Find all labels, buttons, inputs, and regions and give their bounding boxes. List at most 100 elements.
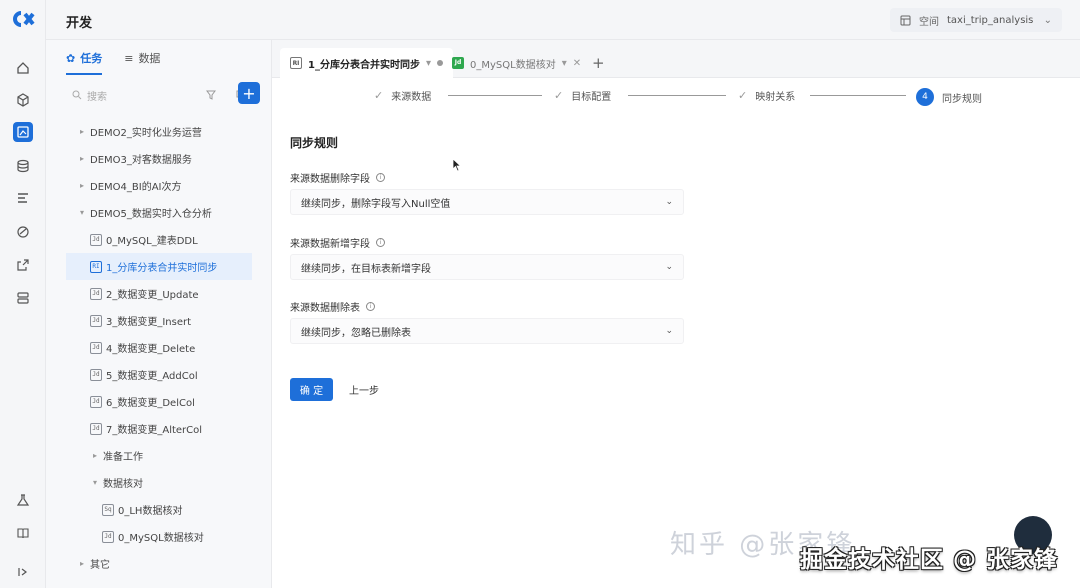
confirm-button[interactable]: 确 定 [290, 378, 333, 401]
top-header: 开发 空间 taxi_trip_analysis ⌄ [46, 0, 1080, 40]
tree-label: DEMO5_数据实时入仓分析 [90, 209, 212, 220]
space-selector[interactable]: 空间 taxi_trip_analysis ⌄ [890, 8, 1062, 32]
caret-icon: ▸ [80, 559, 85, 568]
add-field-select[interactable]: 继续同步，在目标表新增字段 ⌄ [290, 254, 684, 280]
develop-icon[interactable] [13, 122, 33, 142]
tree-label: DEMO3_对客数据服务 [90, 155, 192, 166]
tree-label: 4_数据变更_Delete [106, 344, 196, 355]
space-label: 空间 [919, 16, 939, 28]
caret-icon: ▸ [93, 451, 98, 460]
database-icon[interactable] [13, 156, 33, 176]
list-icon[interactable] [13, 188, 33, 208]
field-label-text: 来源数据新增字段 [290, 239, 370, 250]
tree-subfolder[interactable]: ▾ 数据核对 [46, 469, 272, 496]
tree-file[interactable]: Jd 2_数据变更_Update [46, 280, 272, 307]
check-icon: ✓ [554, 89, 564, 102]
delete-table-select[interactable]: 继续同步，忽略已删除表 ⌄ [290, 318, 684, 344]
caret-icon: ▸ [80, 127, 85, 136]
close-icon[interactable]: ✕ [573, 58, 581, 69]
previous-step-button[interactable]: 上一步 [340, 378, 388, 401]
tree-label: 其它 [90, 560, 110, 571]
info-icon[interactable]: i [376, 173, 385, 182]
tab-menu-icon[interactable]: ▾ [562, 58, 567, 69]
tree-file[interactable]: Jd 7_数据变更_AlterCol [46, 415, 272, 442]
file-type-icon: Jd [90, 287, 102, 300]
home-icon[interactable] [13, 58, 33, 78]
editor-tab-active[interactable]: RI 1_分库分表合并实时同步 ▾ [280, 48, 453, 78]
tree-label: 0_MySQL数据核对 [118, 533, 204, 544]
tab-data[interactable]: ≡ 数据 [124, 50, 160, 66]
caret-icon: ▾ [80, 208, 85, 217]
field-label-text: 来源数据删除字段 [290, 174, 370, 185]
tree-file[interactable]: Sq 0_LH数据核对 [46, 496, 272, 523]
tree-file[interactable]: Jd 4_数据变更_Delete [46, 334, 272, 361]
tab-tasks[interactable]: ✿ 任务 [66, 50, 102, 66]
info-icon[interactable]: i [366, 302, 375, 311]
file-type-icon: Jd [90, 341, 102, 354]
task-icon: ✿ [66, 51, 76, 65]
field-label-text: 来源数据删除表 [290, 303, 360, 314]
step-label: 同步规则 [942, 93, 982, 105]
select-value: 继续同步，在目标表新增字段 [301, 263, 431, 275]
file-type-icon: Jd [102, 530, 114, 543]
step-target[interactable]: ✓ 目标配置 [554, 88, 611, 103]
tree-label: 准备工作 [103, 452, 143, 463]
tree-label: 2_数据变更_Update [106, 290, 199, 301]
file-type-icon: Jd [90, 422, 102, 435]
expand-sidebar-icon[interactable] [13, 562, 33, 582]
tree-folder[interactable]: ▸ 其它 [46, 550, 272, 577]
caret-icon: ▾ [93, 478, 98, 487]
info-icon[interactable]: i [376, 238, 385, 247]
tree-label: 6_数据变更_DelCol [106, 398, 195, 409]
tab-menu-icon[interactable]: ▾ [426, 58, 431, 69]
tree-file[interactable]: Jd 6_数据变更_DelCol [46, 388, 272, 415]
editor-tab[interactable]: Jd 0_MySQL数据核对 ▾ ✕ [442, 48, 591, 78]
tree-label: DEMO2_实时化业务运营 [90, 128, 202, 139]
editor-tab-bar: RI 1_分库分表合并实时同步 ▾ Jd 0_MySQL数据核对 ▾ ✕ + [272, 40, 1080, 78]
tree-folder[interactable]: ▸ DEMO4_BI的AI次方 [46, 172, 272, 199]
tree-label: 0_LH数据核对 [118, 506, 183, 517]
filter-icon[interactable] [200, 84, 222, 106]
tree-file[interactable]: Jd 3_数据变更_Insert [46, 307, 272, 334]
step-source[interactable]: ✓ 来源数据 [374, 88, 431, 103]
tree-label: 7_数据变更_AlterCol [106, 425, 203, 436]
tree-label: 3_数据变更_Insert [106, 317, 192, 328]
tree-file[interactable]: Jd 0_MySQL数据核对 [46, 523, 272, 550]
caret-icon: ▸ [80, 154, 85, 163]
tree-file-selected[interactable]: RI 1_分库分表合并实时同步 [66, 253, 252, 280]
step-mapping[interactable]: ✓ 映射关系 [738, 88, 795, 103]
chevron-down-icon: ⌄ [1043, 14, 1052, 26]
cube-icon[interactable] [13, 90, 33, 110]
server-icon[interactable] [13, 288, 33, 308]
tree-subfolder[interactable]: ▸ 准备工作 [46, 442, 272, 469]
file-type-icon: Jd [452, 57, 464, 69]
step-rules[interactable]: 4 同步规则 [916, 88, 982, 106]
step-label: 来源数据 [391, 92, 432, 103]
mouse-cursor-icon [452, 158, 462, 172]
file-type-icon: Jd [90, 368, 102, 381]
export-icon[interactable] [13, 255, 33, 275]
logo-icon[interactable] [11, 10, 35, 28]
tree-folder[interactable]: ▾ DEMO5_数据实时入仓分析 [46, 199, 272, 226]
step-label: 目标配置 [571, 92, 612, 103]
tree-label: DEMO4_BI的AI次方 [90, 182, 182, 193]
book-icon[interactable] [13, 523, 33, 543]
flask-icon[interactable] [13, 490, 33, 510]
delete-field-select[interactable]: 继续同步，删除字段写入Null空值 ⌄ [290, 189, 684, 215]
file-type-icon: RI [290, 57, 302, 69]
file-type-icon: Sq [102, 503, 114, 516]
add-tab-icon[interactable]: + [592, 54, 605, 72]
tree-file[interactable]: Jd 0_MySQL_建表DDL [46, 226, 272, 253]
space-name: taxi_trip_analysis [947, 14, 1034, 26]
tree-file[interactable]: Jd 5_数据变更_AddCol [46, 361, 272, 388]
tree-folder[interactable]: ▸ DEMO3_对客数据服务 [46, 145, 272, 172]
watermark-juejin: 掘金技术社区 @ 张家锋 [800, 547, 1059, 573]
file-type-icon: RI [90, 260, 102, 273]
tree-folder[interactable]: ▸ DEMO2_实时化业务运营 [46, 118, 272, 145]
chevron-down-icon: ⌄ [665, 197, 673, 207]
palette-icon[interactable] [13, 222, 33, 242]
search-input[interactable]: 搜索 [66, 84, 200, 106]
task-panel: ✿ 任务 ≡ 数据 搜索 + ▸ DEMO2_实时化业务运营 ▸ DEMO3_对客数… [46, 40, 272, 588]
add-task-button[interactable]: + [238, 82, 260, 104]
page-title: 开发 [66, 16, 93, 31]
